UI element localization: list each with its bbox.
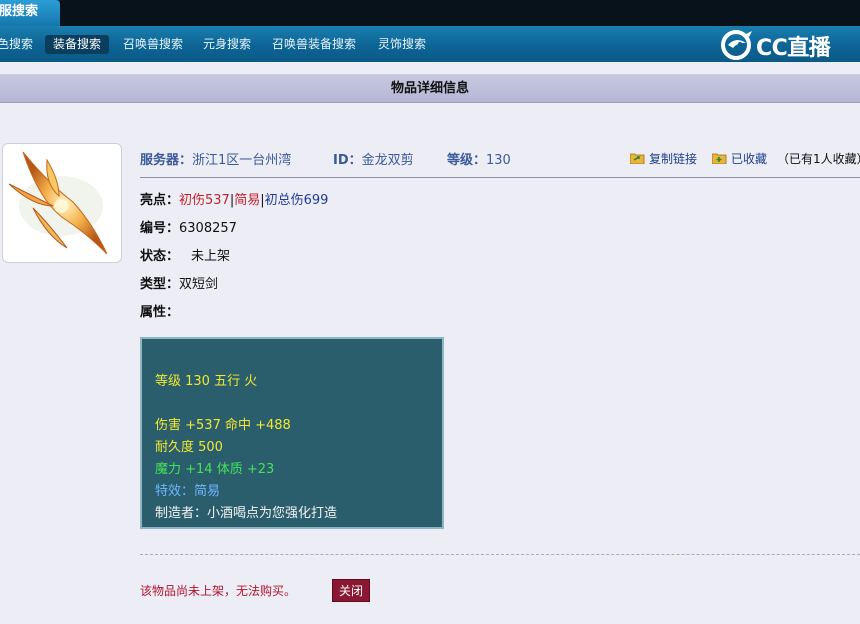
status-row: 状态： 未上架 <box>140 245 230 264</box>
twin-blade-item-icon <box>8 151 108 255</box>
favorite-count: （已有1人收藏） <box>777 152 860 166</box>
highlight-total-damage: 初总伤699 <box>264 193 329 208</box>
attr-magic-constitution: 魔力 +14 体质 +23 <box>155 462 275 477</box>
cc-live-logo[interactable]: CC直播 <box>720 28 840 61</box>
not-listed-notice: 该物品尚未上架，无法购买。 <box>140 584 297 598</box>
top-tab-label: 服搜索 <box>0 4 39 19</box>
nav-item-equipment-search[interactable]: 装备搜索 <box>45 35 110 54</box>
attr-level-element: 等级 130 五行 火 <box>155 374 258 389</box>
attr-durability: 耐久度 500 <box>155 440 223 455</box>
server-value: 浙江1区一台州湾 <box>192 153 292 168</box>
favorited-button[interactable]: 已收藏 <box>712 150 767 167</box>
server-label: 服务器： <box>140 153 193 168</box>
nav-item-ornament-search[interactable]: 灵饰搜索 <box>378 35 426 54</box>
type-value: 双短剑 <box>179 277 219 292</box>
attributes-label: 属性： <box>140 305 180 320</box>
highlight-row: 亮点：初伤537|简易|初总伤699 <box>140 189 328 208</box>
serial-value: 6308257 <box>179 221 237 236</box>
sub-strip <box>0 62 860 75</box>
type-row: 类型：双短剑 <box>140 273 218 292</box>
serial-row: 编号：6308257 <box>140 217 237 236</box>
page-title: 物品详细信息 <box>0 75 860 103</box>
favorited-label: 已收藏 <box>731 152 768 166</box>
copy-link-label: 复制链接 <box>649 152 698 166</box>
level-label: 等级： <box>447 153 487 168</box>
highlight-simple: 简易 <box>234 193 261 208</box>
nav-item-avatar-search[interactable]: 元身搜索 <box>203 35 251 54</box>
status-label: 状态： <box>140 249 180 264</box>
serial-label: 编号： <box>140 221 180 236</box>
folder-link-icon <box>630 153 645 164</box>
status-value: 未上架 <box>191 249 231 264</box>
id-value: 金龙双剪 <box>361 153 414 168</box>
level-info: 等级：130 <box>447 149 511 168</box>
attr-damage-hit: 伤害 +537 命中 +488 <box>155 418 291 433</box>
type-label: 类型： <box>140 277 180 292</box>
attributes-panel: 等级 130 五行 火 伤害 +537 命中 +488 耐久度 500 魔力 +… <box>140 337 444 529</box>
footer-divider <box>140 554 860 555</box>
highlight-label: 亮点： <box>140 193 180 208</box>
id-label: ID： <box>333 153 362 168</box>
id-info: ID：金龙双剪 <box>333 149 414 168</box>
server-info: 服务器：浙江1区一台州湾 <box>140 149 291 168</box>
nav-item-role-search[interactable]: 色搜索 <box>0 35 33 54</box>
close-button[interactable]: 关闭 <box>332 579 370 602</box>
logo-text: CC直播 <box>756 36 831 61</box>
attr-maker: 制造者：小酒喝点为您强化打造 <box>155 506 338 521</box>
logo-fish-icon <box>721 30 752 60</box>
highlight-initial-damage: 初伤537 <box>179 193 230 208</box>
attributes-row: 属性： <box>140 301 179 320</box>
folder-add-icon <box>712 153 727 164</box>
info-divider <box>140 177 860 178</box>
nav-item-pet-search[interactable]: 召唤兽搜索 <box>123 35 183 54</box>
attr-special-effect: 特效：简易 <box>155 484 221 499</box>
level-value: 130 <box>486 153 511 168</box>
top-tab-server-search[interactable]: 服搜索 <box>0 0 60 26</box>
copy-link-button[interactable]: 复制链接 <box>630 150 697 167</box>
top-bar: 服搜索 <box>0 0 860 26</box>
item-image <box>2 143 122 263</box>
nav-item-pet-equipment-search[interactable]: 召唤兽装备搜索 <box>272 35 356 54</box>
